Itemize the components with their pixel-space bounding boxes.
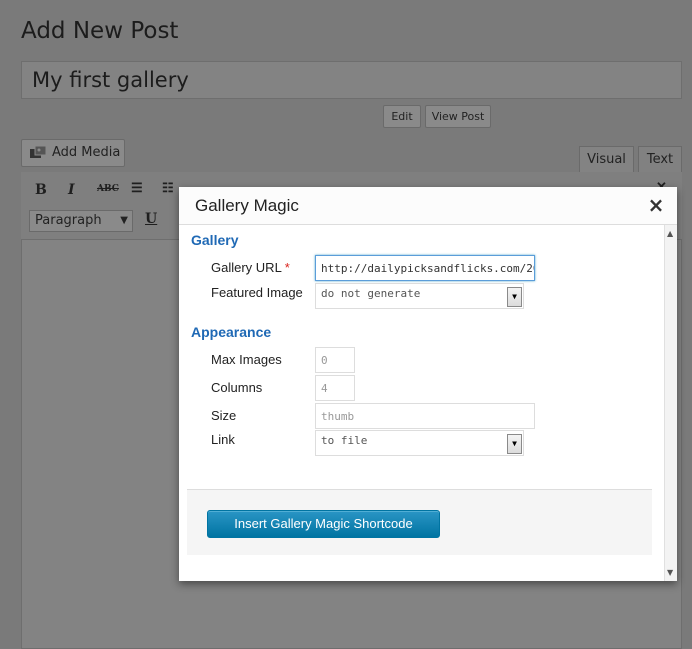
- bold-icon[interactable]: B: [35, 182, 47, 198]
- link-label: Link: [211, 432, 235, 447]
- chevron-down-icon: ▼: [507, 287, 522, 307]
- chevron-down-icon: ▼: [507, 434, 522, 454]
- tab-visual[interactable]: Visual: [579, 146, 634, 173]
- post-title-input[interactable]: My first gallery: [21, 61, 682, 99]
- featured-image-value: do not generate: [321, 287, 421, 300]
- section-heading-gallery: Gallery: [191, 232, 239, 248]
- dialog-scrollbar[interactable]: ▲ ▼: [664, 225, 677, 581]
- page-title: Add New Post: [21, 18, 179, 44]
- gallery-url-label: Gallery URL *: [211, 260, 290, 275]
- size-input[interactable]: thumb: [315, 403, 535, 429]
- insert-shortcode-button[interactable]: Insert Gallery Magic Shortcode: [207, 510, 440, 538]
- format-select-value: Paragraph: [35, 213, 102, 228]
- size-label: Size: [211, 408, 237, 423]
- view-post-button[interactable]: View Post: [425, 105, 491, 128]
- max-images-input[interactable]: 0: [315, 347, 355, 373]
- media-icon: [30, 146, 47, 158]
- edit-permalink-button[interactable]: Edit: [383, 105, 421, 128]
- required-marker: *: [284, 260, 290, 275]
- strikethrough-icon[interactable]: ABC: [97, 184, 119, 194]
- tab-text[interactable]: Text: [638, 146, 682, 173]
- dialog-header: Gallery Magic ×: [179, 187, 677, 225]
- italic-icon[interactable]: I: [68, 182, 75, 198]
- bullet-list-icon[interactable]: ☰: [131, 181, 143, 196]
- featured-image-select[interactable]: do not generate ▼: [315, 283, 524, 309]
- columns-label: Columns: [211, 380, 263, 395]
- link-select[interactable]: to file ▼: [315, 430, 524, 456]
- columns-input[interactable]: 4: [315, 375, 355, 401]
- featured-image-label: Featured Image: [211, 285, 303, 300]
- scroll-up-icon[interactable]: ▲: [667, 229, 673, 238]
- section-heading-appearance: Appearance: [191, 324, 272, 340]
- close-icon[interactable]: ×: [645, 193, 667, 217]
- gallery-url-input[interactable]: http://dailypicksandflicks.com/2011/0: [315, 255, 535, 281]
- chevron-down-icon: ▼: [120, 215, 128, 226]
- dialog-title: Gallery Magic: [195, 196, 299, 215]
- format-select[interactable]: Paragraph ▼: [29, 210, 133, 232]
- link-value: to file: [321, 434, 368, 447]
- add-media-button[interactable]: Add Media: [21, 139, 125, 167]
- gallery-url-label-text: Gallery URL: [211, 260, 282, 275]
- add-media-label: Add Media: [52, 145, 121, 160]
- underline-icon[interactable]: U: [145, 211, 157, 227]
- scroll-down-icon[interactable]: ▼: [667, 568, 673, 577]
- numbered-list-icon[interactable]: ☷: [162, 181, 174, 196]
- max-images-label: Max Images: [211, 352, 282, 367]
- gallery-magic-dialog: Gallery Magic × ▲ ▼ Gallery Gallery URL *…: [179, 187, 677, 581]
- dialog-footer: Insert Gallery Magic Shortcode: [187, 489, 652, 555]
